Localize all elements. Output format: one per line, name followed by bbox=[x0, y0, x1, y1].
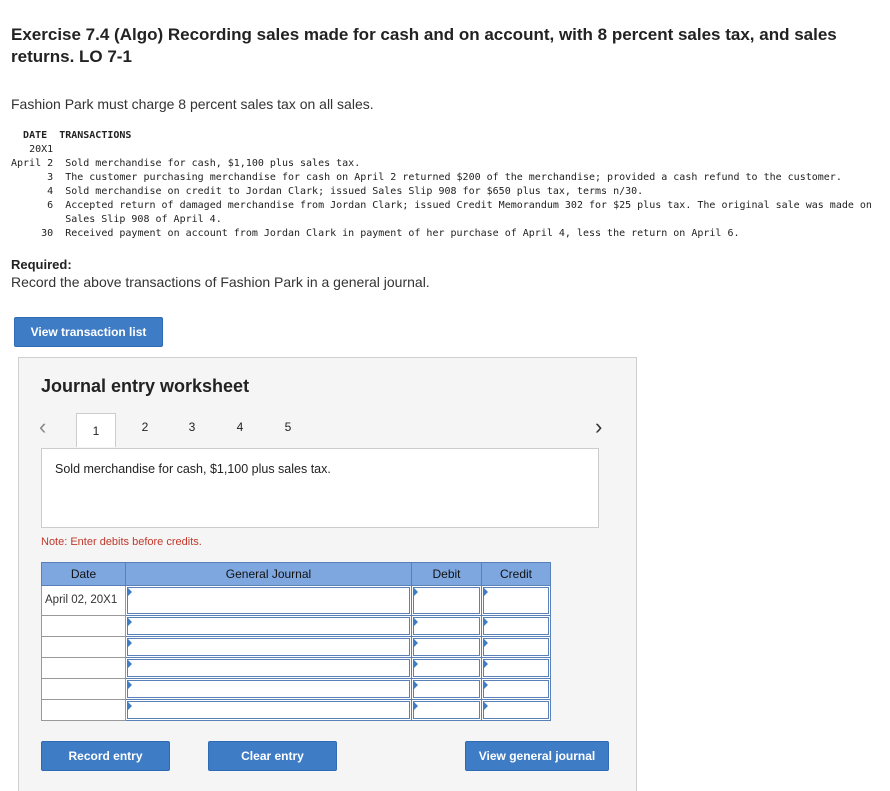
transaction-description-box: Sold merchandise for cash, $1,100 plus s… bbox=[41, 448, 599, 528]
input-marker-icon bbox=[483, 617, 488, 627]
dropdown-marker-icon bbox=[127, 638, 132, 648]
col-general-journal: General Journal bbox=[125, 562, 412, 586]
date-cell[interactable]: April 02, 20X1 bbox=[41, 585, 126, 616]
worksheet-tabs: ‹ 1 2 3 4 5 › bbox=[37, 409, 607, 447]
worksheet-title: Journal entry worksheet bbox=[41, 376, 250, 396]
record-entry-button[interactable]: Record entry bbox=[41, 741, 170, 771]
prev-arrow-icon[interactable]: ‹ bbox=[39, 416, 46, 438]
credit-input[interactable] bbox=[481, 678, 551, 700]
txn-row: 30 Received payment on account from Jord… bbox=[41, 228, 740, 239]
input-marker-icon bbox=[483, 701, 488, 711]
txn-header-transactions: TRANSACTIONS bbox=[59, 130, 132, 141]
account-select[interactable] bbox=[125, 678, 412, 700]
debit-input[interactable] bbox=[411, 615, 482, 637]
credit-input[interactable] bbox=[481, 699, 551, 721]
input-marker-icon bbox=[413, 701, 418, 711]
input-marker-icon bbox=[483, 659, 488, 669]
next-arrow-icon[interactable]: › bbox=[595, 416, 602, 438]
txn-row: 4 Sold merchandise on credit to Jordan C… bbox=[47, 186, 644, 197]
account-select[interactable] bbox=[125, 615, 412, 637]
txn-year: 20X1 bbox=[29, 144, 54, 155]
credit-input[interactable] bbox=[481, 585, 551, 616]
transaction-description: Sold merchandise for cash, $1,100 plus s… bbox=[55, 462, 331, 476]
debit-input[interactable] bbox=[411, 657, 482, 679]
required-heading: Required: bbox=[11, 257, 72, 272]
account-select[interactable] bbox=[125, 699, 412, 721]
tab-2[interactable]: 2 bbox=[125, 413, 165, 441]
col-debit: Debit bbox=[411, 562, 482, 586]
tab-3[interactable]: 3 bbox=[172, 413, 212, 441]
clear-entry-button[interactable]: Clear entry bbox=[208, 741, 337, 771]
credit-input[interactable] bbox=[481, 657, 551, 679]
input-marker-icon bbox=[483, 638, 488, 648]
input-marker-icon bbox=[413, 680, 418, 690]
debit-input[interactable] bbox=[411, 699, 482, 721]
txn-row: 6 Accepted return of damaged merchandise… bbox=[47, 200, 872, 211]
input-marker-icon bbox=[413, 587, 418, 597]
view-transaction-list-button[interactable]: View transaction list bbox=[14, 317, 163, 347]
journal-worksheet-panel: Journal entry worksheet ‹ 1 2 3 4 5 › So… bbox=[18, 357, 637, 791]
input-marker-icon bbox=[413, 617, 418, 627]
tab-5[interactable]: 5 bbox=[268, 413, 308, 441]
account-select[interactable] bbox=[125, 657, 412, 679]
col-date: Date bbox=[41, 562, 126, 586]
journal-table: Date General Journal Debit Credit April … bbox=[41, 562, 551, 721]
col-credit: Credit bbox=[481, 562, 551, 586]
txn-row: April 2 Sold merchandise for cash, $1,10… bbox=[11, 158, 361, 169]
debit-input[interactable] bbox=[411, 636, 482, 658]
debit-input[interactable] bbox=[411, 585, 482, 616]
debit-input[interactable] bbox=[411, 678, 482, 700]
dropdown-marker-icon bbox=[127, 587, 132, 597]
dropdown-marker-icon bbox=[127, 617, 132, 627]
input-marker-icon bbox=[413, 659, 418, 669]
credit-input[interactable] bbox=[481, 636, 551, 658]
required-text: Record the above transactions of Fashion… bbox=[11, 274, 430, 290]
date-cell[interactable] bbox=[41, 657, 126, 679]
date-cell[interactable] bbox=[41, 678, 126, 700]
input-marker-icon bbox=[483, 680, 488, 690]
input-marker-icon bbox=[483, 587, 488, 597]
txn-header-date: DATE bbox=[23, 130, 48, 141]
txn-row: Sales Slip 908 of April 4. bbox=[65, 214, 222, 225]
dropdown-marker-icon bbox=[127, 680, 132, 690]
dropdown-marker-icon bbox=[127, 701, 132, 711]
input-marker-icon bbox=[413, 638, 418, 648]
tab-4[interactable]: 4 bbox=[220, 413, 260, 441]
note-text: Note: Enter debits before credits. bbox=[41, 536, 202, 548]
transactions-block: DATE TRANSACTIONS 20X1 April 2 Sold merc… bbox=[11, 129, 872, 241]
credit-input[interactable] bbox=[481, 615, 551, 637]
date-cell[interactable] bbox=[41, 615, 126, 637]
account-select[interactable] bbox=[125, 585, 412, 616]
intro-text: Fashion Park must charge 8 percent sales… bbox=[11, 96, 374, 112]
view-general-journal-button[interactable]: View general journal bbox=[465, 741, 609, 771]
date-cell[interactable] bbox=[41, 699, 126, 721]
txn-row: 3 The customer purchasing merchandise fo… bbox=[47, 172, 842, 183]
dropdown-marker-icon bbox=[127, 659, 132, 669]
account-select[interactable] bbox=[125, 636, 412, 658]
exercise-title: Exercise 7.4 (Algo) Recording sales made… bbox=[11, 25, 837, 66]
date-cell[interactable] bbox=[41, 636, 126, 658]
tab-1[interactable]: 1 bbox=[76, 413, 116, 447]
